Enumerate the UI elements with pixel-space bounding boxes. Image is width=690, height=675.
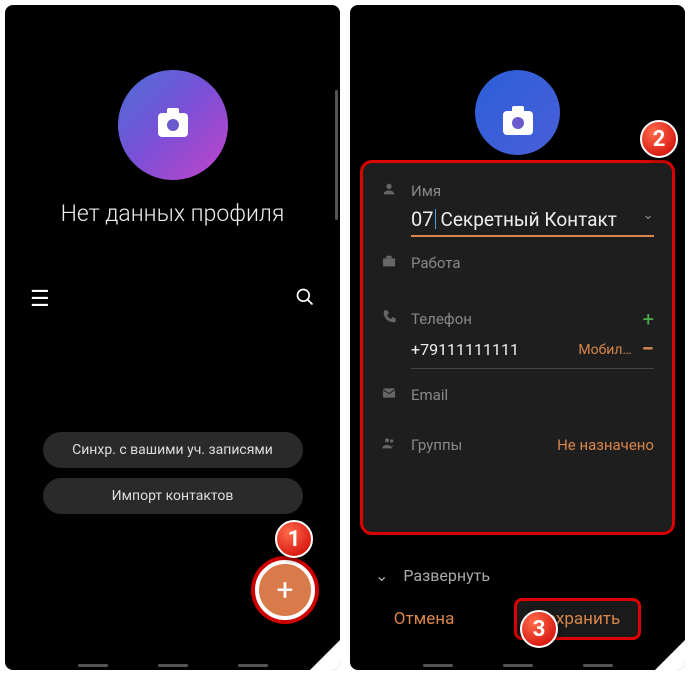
phone-input[interactable]: +79111111111 Мобил… − (411, 337, 654, 369)
camera-icon (503, 111, 533, 135)
contact-edit-screen: Имя 07 Секретный Контакт ⌄ Работа Телефо… (350, 5, 685, 670)
name-row: Имя (381, 181, 654, 201)
groups-field-label: Группы (411, 436, 462, 454)
email-field-label: Email (411, 386, 448, 404)
add-contact-fab[interactable]: + (255, 560, 315, 620)
name-value-prefix: 07 (411, 207, 436, 231)
phone-icon (381, 309, 399, 329)
annotation-badge-2: 2 (640, 120, 678, 158)
annotation-badge-1: 1 (275, 520, 313, 558)
form-actions: Отмена Сохранить (350, 598, 685, 640)
name-input[interactable]: 07 Секретный Контакт ⌄ (411, 207, 654, 237)
no-profile-text: Нет данных профиля (5, 200, 340, 227)
groups-value: Не назначено (557, 436, 654, 454)
import-contacts-button[interactable]: Импорт контактов (43, 478, 303, 514)
scrollbar[interactable] (335, 90, 338, 220)
phone-type-selector[interactable]: Мобил… (578, 342, 631, 358)
contacts-empty-screen: Нет данных профиля ☰ Синхр. с вашими уч.… (5, 5, 340, 670)
work-field-label: Работа (411, 254, 461, 272)
briefcase-icon (381, 253, 399, 273)
expand-button[interactable]: ⌄ Развернуть (375, 566, 490, 585)
person-icon (381, 181, 399, 201)
email-row[interactable]: Email (381, 385, 654, 405)
chevron-down-icon: ⌄ (375, 566, 388, 585)
menu-icon[interactable]: ☰ (30, 287, 50, 312)
ad-corner-icon (310, 640, 340, 670)
groups-row[interactable]: Группы Не назначено (381, 435, 654, 455)
chevron-down-icon[interactable]: ⌄ (642, 207, 654, 223)
nav-bar (350, 664, 685, 668)
name-field-label: Имя (411, 182, 441, 200)
cancel-button[interactable]: Отмена (394, 609, 455, 629)
expand-label: Развернуть (403, 566, 490, 585)
search-icon[interactable] (295, 287, 315, 312)
nav-bar (5, 664, 340, 668)
profile-avatar-placeholder[interactable] (118, 70, 228, 180)
work-row[interactable]: Работа (381, 253, 654, 273)
phone-row: Телефон + (381, 307, 654, 331)
add-phone-icon[interactable]: + (643, 307, 654, 331)
phone-field-label: Телефон (411, 310, 472, 328)
camera-icon (158, 113, 188, 137)
sync-accounts-button[interactable]: Синхр. с вашими уч. записями (43, 432, 303, 468)
remove-phone-icon[interactable]: − (642, 337, 654, 362)
contact-form-panel: Имя 07 Секретный Контакт ⌄ Работа Телефо… (360, 160, 675, 535)
annotation-badge-3: 3 (520, 610, 558, 648)
groups-icon (381, 435, 399, 455)
toolbar: ☰ (5, 267, 340, 332)
ad-corner-icon (655, 640, 685, 670)
contact-avatar[interactable] (475, 70, 560, 155)
phone-number-value: +79111111111 (411, 340, 568, 359)
name-value-rest: Секретный Контакт (440, 208, 616, 231)
email-icon (381, 385, 399, 405)
